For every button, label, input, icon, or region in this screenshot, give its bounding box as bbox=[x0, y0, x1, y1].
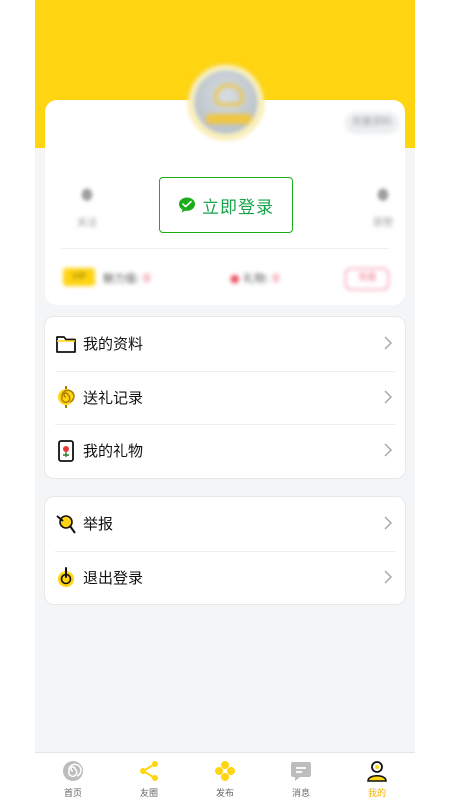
login-label: 立即登录 bbox=[202, 197, 274, 218]
share-icon bbox=[140, 761, 158, 781]
menu-card-primary: 我的资料 送礼记录 我的礼物 bbox=[44, 316, 406, 479]
menu-item-label: 我的礼物 bbox=[83, 442, 144, 461]
login-button[interactable]: 立即登录 bbox=[159, 177, 293, 233]
chevron-right-icon bbox=[384, 443, 393, 457]
menu-item-report[interactable]: 举报 bbox=[45, 497, 405, 551]
vip-badge: VIP bbox=[63, 268, 95, 286]
wechat-icon bbox=[179, 197, 195, 213]
menu-card-secondary: 举报 退出登录 bbox=[44, 496, 406, 605]
publish-icon bbox=[215, 761, 235, 781]
app-screen: 完善资料 0 关注 0 获赞 VIP 魅力值: 0 ● 礼物: 0 充值 立即登… bbox=[35, 0, 415, 800]
menu-item-label: 我的资料 bbox=[83, 335, 144, 354]
message-icon bbox=[291, 762, 311, 781]
tab-label: 发布 bbox=[215, 789, 234, 799]
chevron-right-icon bbox=[384, 516, 393, 530]
report-icon bbox=[55, 512, 77, 536]
stat-following[interactable]: 0 关注 bbox=[67, 188, 107, 229]
chevron-right-icon bbox=[384, 569, 393, 584]
tab-home[interactable]: 首页 bbox=[35, 753, 111, 800]
divider bbox=[61, 248, 389, 249]
profile-icon bbox=[367, 761, 387, 782]
recharge-button[interactable]: 充值 bbox=[345, 268, 389, 290]
charm-value: 0 bbox=[143, 272, 151, 285]
stat-label: 获赞 bbox=[373, 218, 393, 229]
menu-item-label: 举报 bbox=[83, 515, 114, 534]
menu-item-my-profile[interactable]: 我的资料 bbox=[45, 317, 405, 371]
menu-item-label: 送礼记录 bbox=[83, 388, 144, 407]
tab-publish[interactable]: 发布 bbox=[187, 753, 263, 800]
menu-item-my-gifts[interactable]: 我的礼物 bbox=[45, 424, 405, 478]
edit-profile-button[interactable]: 完善资料 bbox=[345, 112, 399, 134]
gift-label: 礼物: bbox=[243, 272, 269, 285]
stat-label: 关注 bbox=[77, 218, 97, 229]
menu-item-gift-records[interactable]: 送礼记录 bbox=[45, 370, 405, 425]
stat-value: 0 bbox=[82, 188, 92, 204]
spiral-icon bbox=[55, 385, 77, 409]
tab-friends[interactable]: 友圈 bbox=[111, 753, 187, 800]
stat-likes[interactable]: 0 获赞 bbox=[363, 188, 403, 229]
home-spiral-icon bbox=[63, 761, 83, 781]
bottom-tab-bar: 首页 友圈 发布 消息 我的 bbox=[35, 752, 415, 800]
charm-stat: 魅力值: 0 bbox=[103, 270, 150, 286]
charm-label: 魅力值: bbox=[103, 272, 140, 285]
gift-value: 0 bbox=[272, 272, 280, 285]
logout-icon bbox=[55, 565, 77, 589]
tab-label: 首页 bbox=[63, 789, 82, 799]
tab-label: 我的 bbox=[367, 789, 386, 799]
menu-item-logout[interactable]: 退出登录 bbox=[45, 550, 405, 605]
chevron-right-icon bbox=[384, 336, 393, 350]
chevron-right-icon bbox=[384, 389, 393, 404]
tab-me[interactable]: 我的 bbox=[339, 753, 415, 800]
tab-messages[interactable]: 消息 bbox=[263, 753, 339, 800]
avatar[interactable] bbox=[190, 66, 262, 138]
gift-card-icon bbox=[55, 439, 77, 463]
tab-label: 消息 bbox=[291, 789, 310, 799]
tab-label: 友圈 bbox=[139, 789, 158, 799]
gift-stat: ● 礼物: 0 bbox=[230, 270, 279, 286]
badge-row: VIP 魅力值: 0 ● 礼物: 0 充值 bbox=[45, 264, 405, 294]
menu-item-label: 退出登录 bbox=[83, 568, 144, 587]
folder-icon bbox=[55, 332, 77, 356]
stat-value: 0 bbox=[378, 188, 388, 204]
pin-icon: ● bbox=[230, 272, 240, 285]
